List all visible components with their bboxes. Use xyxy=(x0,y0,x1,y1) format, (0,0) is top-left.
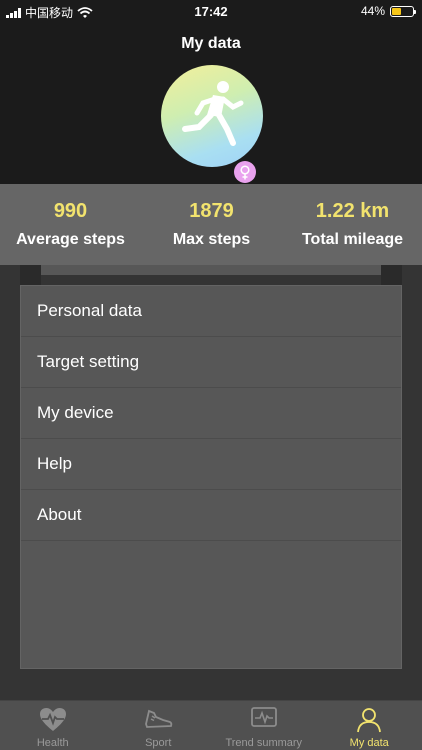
menu-item-my-device[interactable]: My device xyxy=(21,388,401,439)
battery-group: 44% xyxy=(360,4,416,18)
tab-label: My data xyxy=(349,737,389,749)
stat-max-steps: 1879 Max steps xyxy=(149,200,274,249)
page-title: My data xyxy=(181,35,241,52)
battery-icon xyxy=(390,5,416,17)
stat-average-steps: 990 Average steps xyxy=(8,200,133,249)
user-icon xyxy=(357,708,382,733)
trend-chart-icon xyxy=(250,707,277,727)
tab-my-data[interactable]: My data xyxy=(317,701,422,750)
avatar[interactable] xyxy=(161,65,263,167)
stats-summary: 990 Average steps 1879 Max steps 1.22 km… xyxy=(0,184,422,265)
panel-tab-left xyxy=(20,265,41,285)
settings-menu: Personal data Target setting My device H… xyxy=(20,285,402,669)
stat-label: Average steps xyxy=(16,231,125,248)
stat-label: Max steps xyxy=(172,231,251,248)
status-bar: 中国移动 17:42 44% xyxy=(0,0,422,22)
shoe-icon xyxy=(145,709,173,728)
panel-top-edge xyxy=(41,265,381,275)
profile-header: My data xyxy=(0,22,422,184)
tab-health[interactable]: Health xyxy=(0,701,106,750)
menu-item-target-setting[interactable]: Target setting xyxy=(21,337,401,388)
panel-tab-right xyxy=(381,265,402,285)
female-icon xyxy=(240,164,250,179)
tab-label: Trend summary xyxy=(225,737,303,749)
heart-pulse-icon xyxy=(39,708,66,731)
stat-label: Total mileage xyxy=(301,231,404,248)
menu-item-personal-data[interactable]: Personal data xyxy=(21,286,401,337)
stat-value: 1879 xyxy=(189,200,234,222)
battery-level xyxy=(392,7,401,15)
tab-label: Health xyxy=(36,737,69,749)
stat-value: 990 xyxy=(53,200,88,222)
bottom-tab-bar: Health Sport Trend summary My data xyxy=(0,700,422,750)
stat-total-mileage: 1.22 km Total mileage xyxy=(290,200,415,249)
stat-value: 1.22 km xyxy=(315,200,390,222)
battery-percent: 44% xyxy=(360,4,385,18)
menu-item-about[interactable]: About xyxy=(21,490,401,541)
menu-item-help[interactable]: Help xyxy=(21,439,401,490)
tab-trend-summary[interactable]: Trend summary xyxy=(211,701,317,750)
tab-label: Sport xyxy=(145,737,172,749)
gender-badge xyxy=(234,161,256,183)
tab-sport[interactable]: Sport xyxy=(106,701,212,750)
clock: 17:42 xyxy=(194,4,228,19)
runner-icon xyxy=(182,81,244,146)
